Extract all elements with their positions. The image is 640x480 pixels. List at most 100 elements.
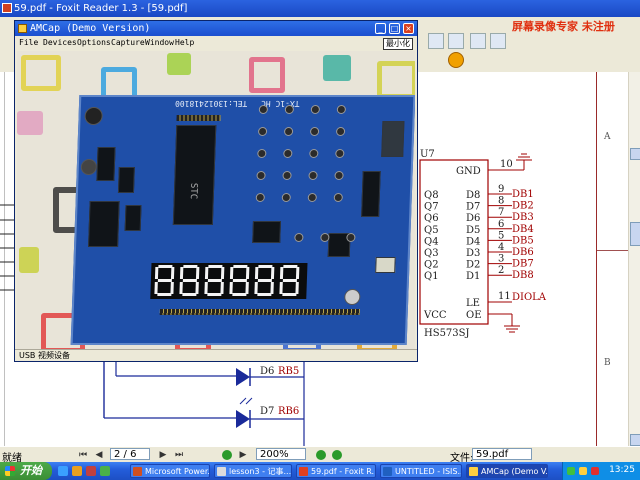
task-label: AMCap (Demo V...	[481, 467, 548, 476]
seven-seg-segment	[258, 265, 273, 268]
quicklaunch-ie-icon[interactable]	[58, 466, 68, 476]
task-powerpoint[interactable]: Microsoft Power...	[130, 464, 210, 478]
d-pin-number: 4	[498, 242, 504, 253]
d-pin-net: DB3	[512, 212, 534, 223]
d-pin-number: 6	[498, 219, 504, 230]
seven-seg-segment	[154, 282, 158, 294]
go-back-icon[interactable]	[222, 450, 232, 460]
first-page-icon[interactable]: ⏮	[78, 450, 88, 460]
keypad-button	[281, 193, 291, 202]
keypad-button	[334, 171, 344, 180]
q-pin-label: Q6	[424, 213, 439, 224]
seven-seg-segment	[229, 282, 233, 294]
maximize-button[interactable]: □	[389, 23, 400, 34]
keypad-button	[256, 171, 266, 180]
seven-seg-segment	[282, 279, 297, 282]
ic-chip	[96, 147, 116, 181]
quicklaunch-desktop-icon[interactable]	[100, 466, 110, 476]
le-net-label: DIOLA	[512, 292, 547, 303]
seven-seg-segment	[207, 293, 222, 296]
menu-devices[interactable]: Devices	[43, 36, 77, 50]
keypad-button	[309, 127, 320, 136]
gnd-pin-number: 10	[500, 159, 513, 170]
seven-seg-digit	[229, 265, 250, 296]
gnd-pin-label: GND	[456, 166, 481, 177]
keypad-button	[336, 105, 347, 114]
system-tray: 13:25	[562, 462, 640, 480]
minimize-tooltip: 最小化	[383, 38, 413, 50]
diode-d6-ref: D6	[260, 366, 274, 377]
task-notepad[interactable]: lesson3 - 记事...	[214, 464, 292, 478]
seven-seg-segment	[279, 267, 284, 279]
task-isis[interactable]: UNTITLED - ISIS...	[380, 464, 462, 478]
keypad-button	[257, 127, 268, 136]
vcc-pin-label: VCC	[423, 310, 447, 321]
tray-volume-icon[interactable]	[579, 467, 587, 475]
quicklaunch-folder-icon[interactable]	[72, 466, 82, 476]
menu-file[interactable]: File	[19, 36, 38, 50]
pin-header	[176, 115, 221, 121]
start-label: 开始	[20, 464, 42, 477]
scroll-thumb[interactable]	[630, 222, 640, 246]
keypad-button	[258, 105, 269, 114]
tray-security-icon[interactable]	[591, 467, 599, 475]
keypad-button	[309, 149, 319, 158]
vertical-scrollbar[interactable]	[628, 72, 640, 446]
seven-seg-segment	[254, 267, 259, 279]
d-pin-label: D1	[466, 271, 480, 282]
prev-page-icon[interactable]: ◀	[94, 450, 104, 460]
task-amcap[interactable]: AMCap (Demo V...	[466, 464, 548, 478]
keypad-button	[308, 171, 318, 180]
scroll-down-button[interactable]	[630, 434, 640, 446]
amcap-window[interactable]: AMCap (Demo Version) _ □ × File Devices …	[14, 20, 418, 362]
seven-seg-digit	[204, 265, 225, 296]
board-tel-text: TEL:13012418100	[174, 99, 248, 108]
tray-network-icon[interactable]	[567, 467, 575, 475]
menu-options[interactable]: Options	[77, 36, 111, 50]
close-button[interactable]: ×	[403, 23, 414, 34]
amcap-titlebar[interactable]: AMCap (Demo Version) _ □ ×	[15, 21, 417, 36]
chip-part-number: HS573SJ	[424, 328, 470, 339]
last-page-icon[interactable]: ⏭	[174, 450, 184, 460]
task-label: 59.pdf - Foxit R...	[311, 467, 376, 476]
seven-seg-segment	[179, 267, 184, 279]
seven-seg-segment	[279, 282, 283, 294]
bg-shape	[19, 247, 39, 273]
notepad-icon	[217, 467, 226, 476]
task-foxit[interactable]: 59.pdf - Foxit R...	[296, 464, 376, 478]
task-label: UNTITLED - ISIS...	[395, 467, 462, 476]
seven-seg-display	[150, 263, 308, 299]
q-pin-label: Q4	[424, 236, 439, 247]
keypad-button	[255, 193, 265, 202]
d-pin-label: D5	[466, 225, 480, 236]
quicklaunch-media-icon[interactable]	[86, 466, 96, 476]
bg-shape	[249, 57, 285, 93]
keypad-button	[335, 149, 345, 158]
minimize-button[interactable]: _	[375, 23, 386, 34]
scroll-up-button[interactable]	[630, 148, 640, 160]
powerpoint-icon	[133, 467, 142, 476]
foxit-statusbar: 就绪 ⏮ ◀ 2 / 6 ▶ ⏭ ▶ 200% 文件: 59.pdf	[0, 446, 640, 464]
d-pin-number: 2	[498, 265, 504, 276]
menu-capture[interactable]: Capture	[111, 36, 145, 50]
menu-window[interactable]: Window	[145, 36, 174, 50]
keypad-button	[282, 171, 292, 180]
seven-seg-segment	[233, 265, 248, 268]
isis-icon	[383, 467, 392, 476]
seven-seg-segment	[183, 265, 198, 268]
zoom-in-icon[interactable]	[332, 450, 342, 460]
next-page-icon[interactable]: ▶	[158, 450, 168, 460]
q-pin-label: Q7	[424, 202, 439, 213]
seven-seg-segment	[157, 293, 172, 296]
page-number-input[interactable]: 2 / 6	[110, 448, 150, 460]
menu-help[interactable]: Help	[175, 36, 194, 50]
seven-seg-segment	[270, 267, 275, 279]
amcap-menubar: File Devices Options Capture Window Help	[15, 36, 417, 50]
zoom-out-icon[interactable]	[316, 450, 326, 460]
start-button[interactable]: 开始	[0, 462, 52, 480]
d-pin-label: D2	[466, 260, 480, 271]
go-forward-icon[interactable]: ▶	[238, 450, 248, 460]
seven-seg-segment	[270, 282, 274, 294]
amcap-app-icon	[18, 24, 27, 33]
zoom-input[interactable]: 200%	[256, 448, 306, 460]
